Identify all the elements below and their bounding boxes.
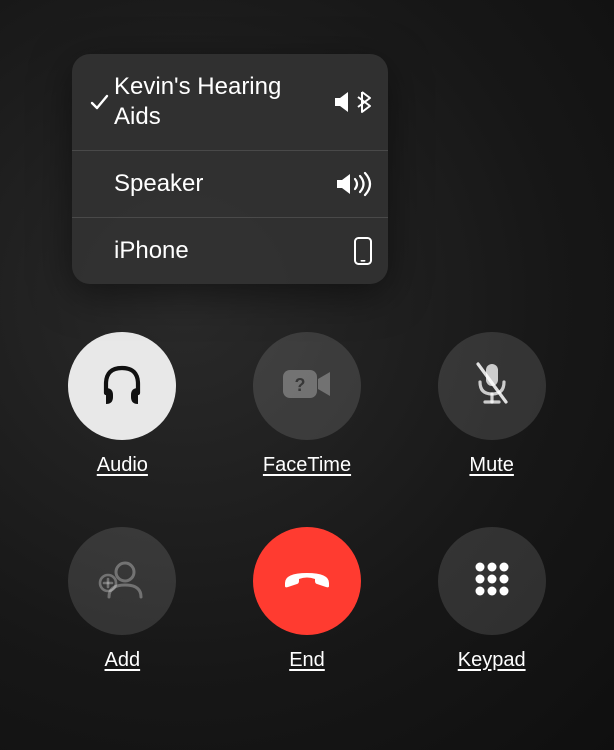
audio-route-hearing-aids[interactable]: Kevin's Hearing Aids [72,54,388,151]
call-button-grid: Audio ? FaceTime [0,332,614,672]
audio-button-wrapper: Audio [62,332,183,477]
iphone-icon [330,236,374,266]
audio-button[interactable] [68,332,176,440]
facetime-label: FaceTime [263,454,351,477]
audio-route-popup: Kevin's Hearing Aids Speaker iPhone [72,54,388,284]
keypad-label: Keypad [458,649,526,672]
check-icon [84,92,114,112]
audio-route-speaker[interactable]: Speaker [72,151,388,218]
add-button[interactable] [68,527,176,635]
add-person-icon [95,555,149,608]
end-button[interactable] [253,527,361,635]
audio-route-label: Kevin's Hearing Aids [114,72,330,132]
facetime-question-icon: ? [278,364,336,409]
audio-route-iphone[interactable]: iPhone [72,218,388,284]
speaker-bluetooth-icon [330,88,374,116]
facetime-button-wrapper: ? FaceTime [247,332,368,477]
add-button-wrapper: Add [62,527,183,672]
facetime-button[interactable]: ? [253,332,361,440]
speaker-waves-icon [330,170,374,198]
keypad-button-wrapper: Keypad [431,527,552,672]
svg-text:?: ? [294,375,305,395]
mute-button[interactable] [438,332,546,440]
headphones-icon [95,357,149,416]
end-label: End [289,649,325,672]
keypad-button[interactable] [438,527,546,635]
audio-route-label: Speaker [114,169,330,199]
add-label: Add [105,649,141,672]
mic-slash-icon [468,358,516,415]
mute-button-wrapper: Mute [431,332,552,477]
audio-label: Audio [97,454,148,477]
end-button-wrapper: End [247,527,368,672]
mute-label: Mute [469,454,513,477]
keypad-dots-icon [470,557,514,606]
audio-route-label: iPhone [114,236,330,266]
phone-down-icon [279,567,335,596]
